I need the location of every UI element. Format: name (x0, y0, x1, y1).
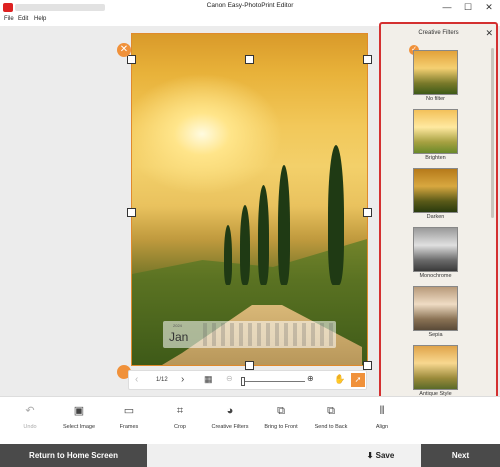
resize-handle-top[interactable] (245, 55, 254, 64)
zoom-in-icon[interactable]: ⊕ (307, 374, 314, 383)
resize-handle-bottom[interactable] (245, 361, 254, 370)
filter-item-antique-style[interactable]: Antique Style (413, 345, 461, 397)
zoom-slider[interactable] (241, 381, 305, 382)
footer-spacer (147, 444, 340, 467)
filter-item-brighten[interactable]: Brighten (413, 109, 461, 161)
return-home-button[interactable]: Return to Home Screen (0, 444, 147, 467)
cypress-tree (224, 225, 232, 285)
select-tool-icon[interactable]: ➚ (351, 373, 365, 387)
calendar-widget[interactable]: 2024 Jan (163, 321, 336, 348)
filter-item-darken[interactable]: Darken (413, 168, 461, 220)
delete-item-icon[interactable]: ✕ (117, 43, 131, 57)
cypress-tree (258, 185, 269, 285)
filter-label: Sepia (428, 332, 443, 338)
cypress-tree (278, 165, 290, 285)
page-navigator: ‹ 1/12 › ▦ ⊖ ⊕ ✋ ➚ (128, 370, 367, 390)
panel-title: Creative Filters (418, 30, 459, 36)
resize-handle-left[interactable] (127, 208, 136, 217)
resize-handle-right[interactable] (363, 208, 372, 217)
calendar-year: 2024 (173, 323, 182, 328)
resize-handle-bottom-right[interactable] (363, 361, 372, 370)
next-page-icon[interactable]: › (181, 374, 184, 385)
cypress-tree (240, 205, 250, 285)
maximize-button[interactable]: ☐ (458, 0, 478, 15)
window-title: Canon Easy-PhotoPrint Editor (206, 2, 294, 9)
calendar-month: Jan (169, 330, 189, 344)
footer-bar: Return to Home Screen ⬇ Save Next (0, 444, 500, 467)
zoom-out-icon[interactable]: ⊖ (226, 374, 233, 383)
hand-tool-icon[interactable]: ✋ (334, 374, 345, 385)
menu-edit[interactable]: Edit (18, 16, 28, 22)
save-label: Save (375, 451, 395, 460)
title-bar: Canon Easy-PhotoPrint Editor — ☐ ✕ (0, 0, 500, 15)
resize-handle-top-right[interactable] (363, 55, 372, 64)
menu-file[interactable]: File (4, 16, 14, 22)
resize-handle-top-left[interactable] (127, 55, 136, 64)
filter-label: Darken (426, 214, 445, 220)
align-label: Align (375, 424, 389, 430)
close-icon[interactable]: ✕ (485, 28, 493, 39)
align-icon: ⫴ (379, 405, 385, 417)
close-window-button[interactable]: ✕ (479, 0, 499, 15)
bottom-toolbar: ↶ Undo ▣ Select Image ▭ Frames ⌗ Crop ◕ … (0, 396, 500, 444)
creative-filters-panel: Creative Filters ✕ ✓ No filter Brighten … (379, 22, 498, 400)
filter-item-no-filter[interactable]: No filter (413, 50, 461, 102)
align-button[interactable]: ⫴ Align (352, 404, 412, 431)
next-button[interactable]: Next (421, 444, 500, 467)
filter-label: Monochrome (419, 273, 452, 279)
filter-label: No filter (426, 96, 445, 102)
download-icon: ⬇ (366, 451, 376, 460)
cypress-tree (328, 145, 344, 285)
filter-item-monochrome[interactable]: Monochrome (413, 227, 461, 279)
save-button[interactable]: ⬇ Save (340, 444, 421, 467)
grid-view-icon[interactable]: ▦ (204, 374, 213, 385)
filter-label: Brighten (425, 155, 446, 161)
photo-layout[interactable] (131, 33, 368, 366)
calendar-days-grid (203, 323, 333, 346)
minimize-button[interactable]: — (437, 0, 457, 15)
filter-item-sepia[interactable]: Sepia (413, 286, 461, 338)
zoom-slider-knob[interactable] (241, 377, 245, 386)
page-count: 1/12 (156, 377, 168, 383)
prev-page-icon[interactable]: ‹ (135, 374, 138, 385)
menu-help[interactable]: Help (34, 16, 46, 22)
panel-scrollbar[interactable] (491, 48, 494, 218)
